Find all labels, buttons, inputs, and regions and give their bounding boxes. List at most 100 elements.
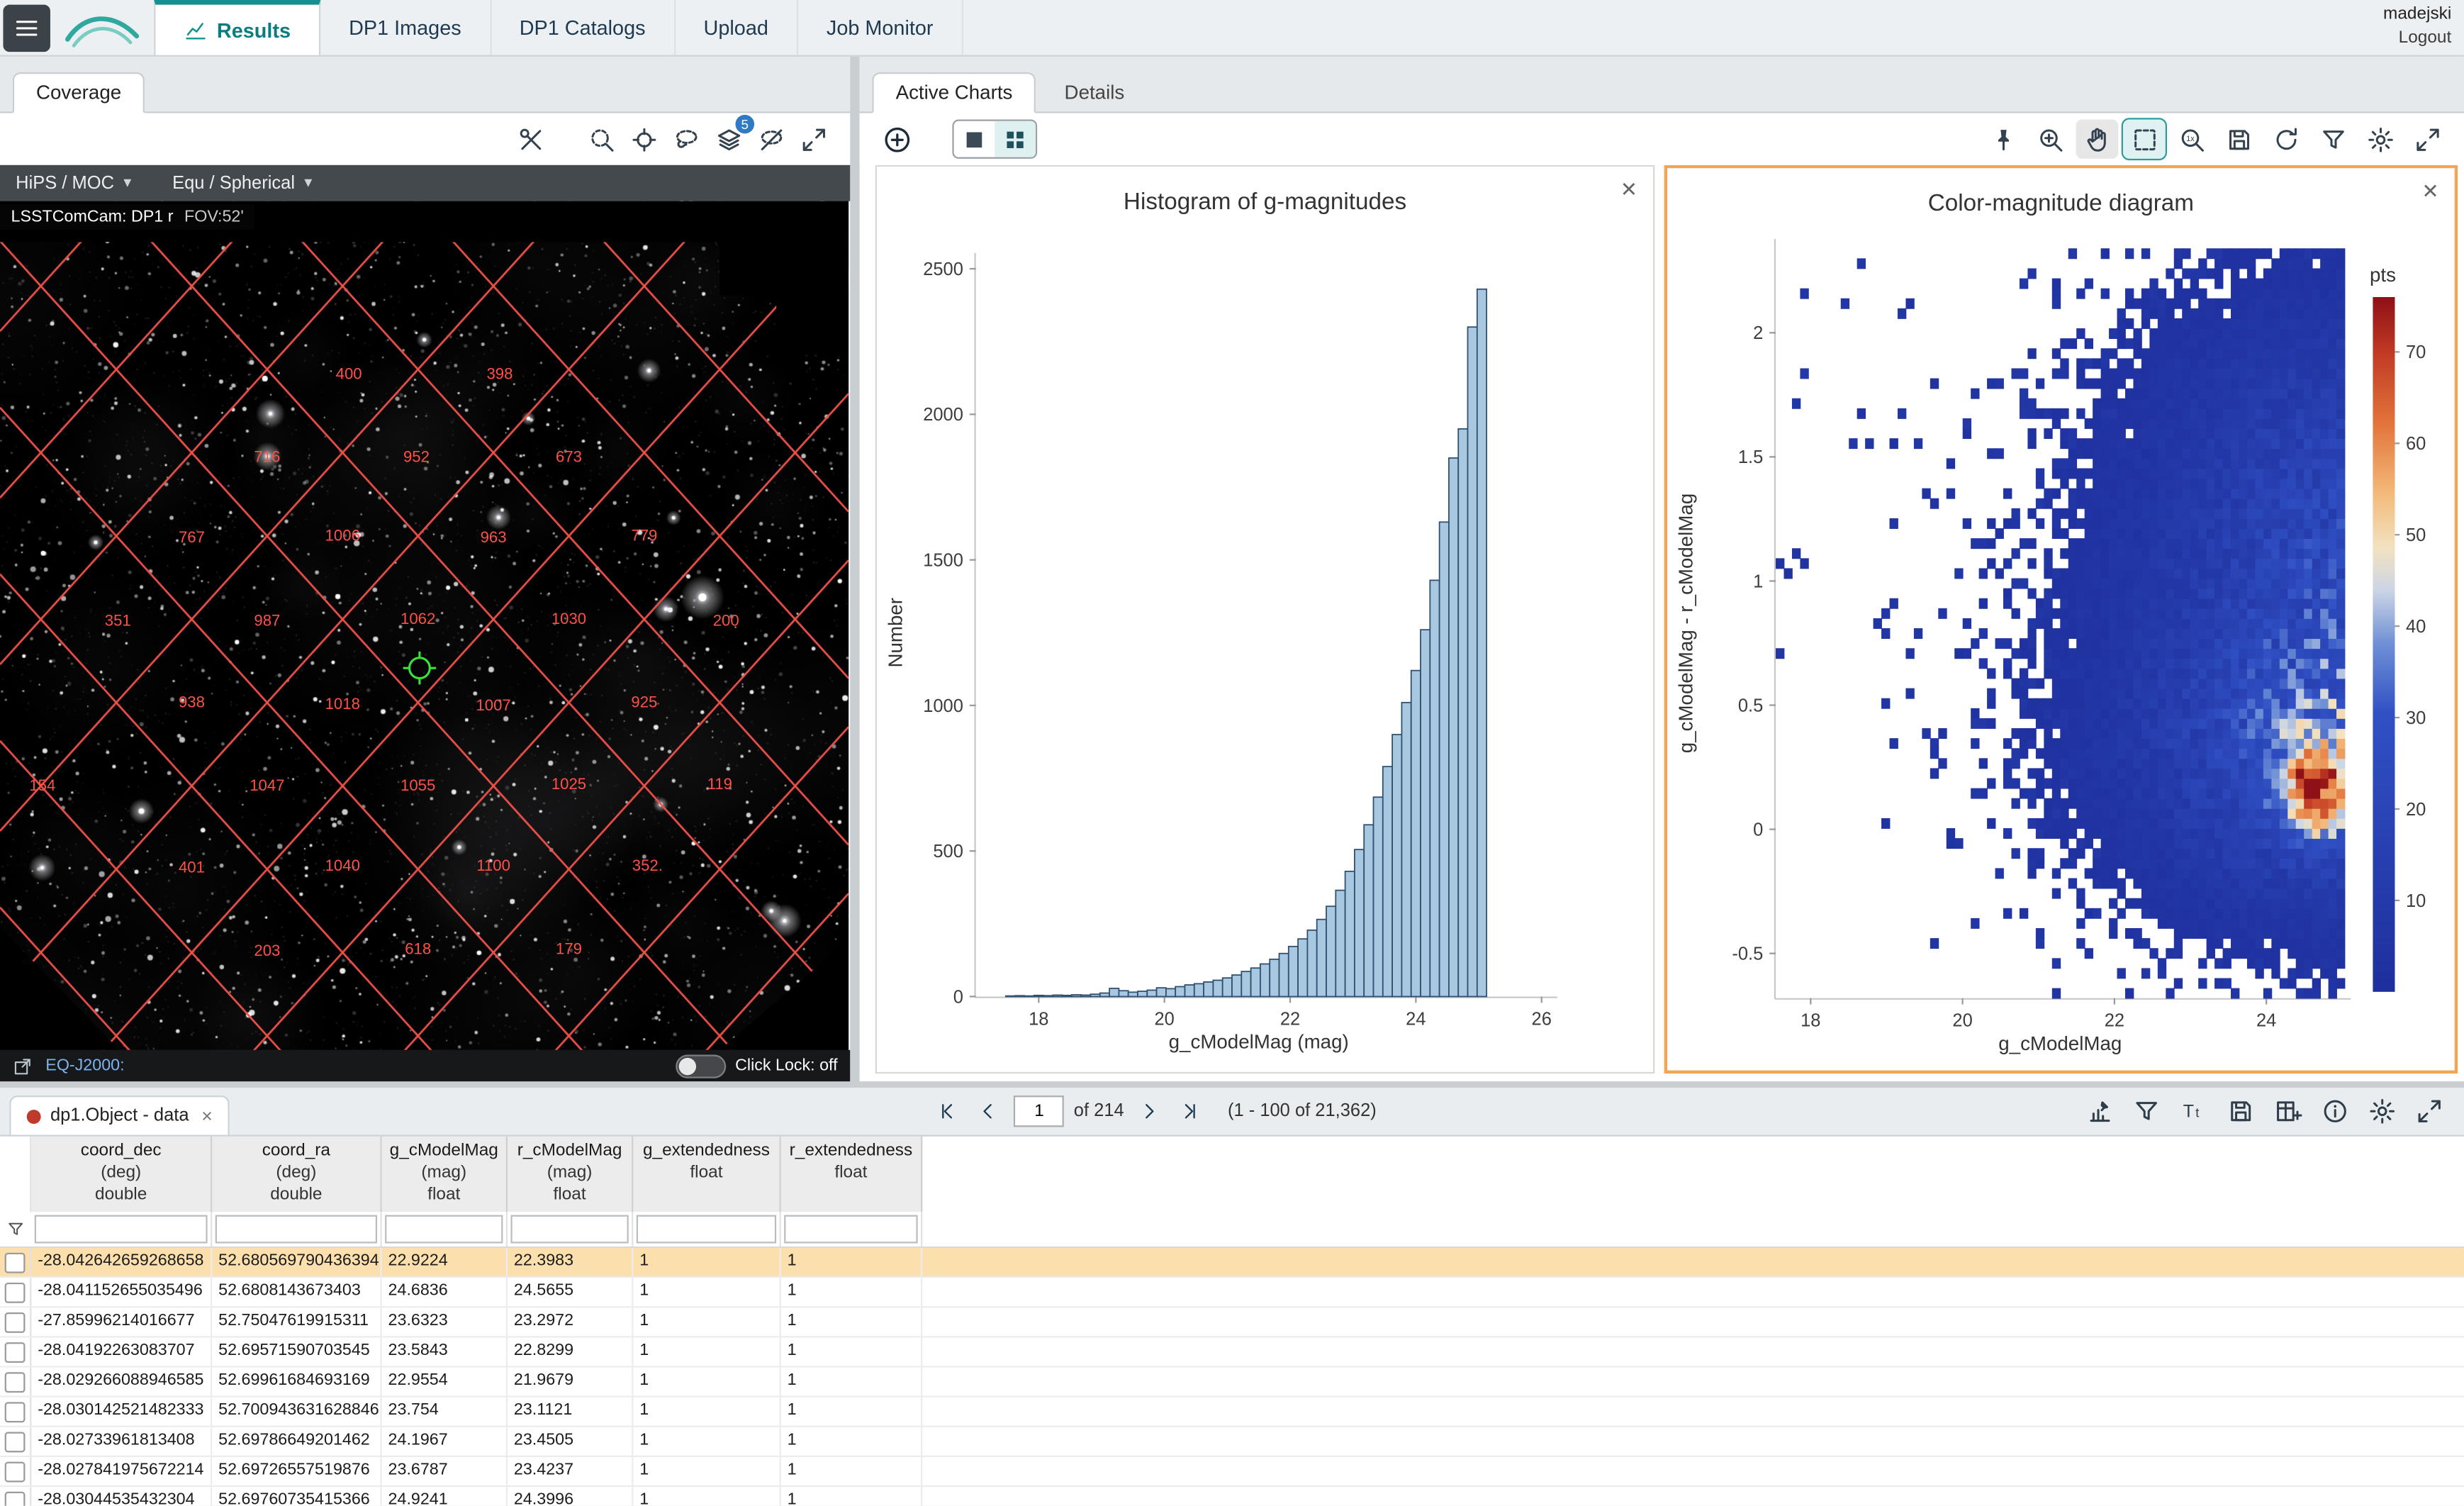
table-splitter[interactable] bbox=[0, 1081, 2464, 1088]
zoom-select-icon[interactable] bbox=[580, 119, 622, 158]
tab-job-monitor[interactable]: Job Monitor bbox=[798, 0, 963, 55]
first-page-icon[interactable] bbox=[932, 1095, 963, 1127]
cell: -28.042642659268658 bbox=[31, 1248, 212, 1276]
coord-system-dropdown[interactable]: Equ / Spherical ▾ bbox=[172, 174, 312, 193]
row-checkbox[interactable] bbox=[5, 1371, 26, 1392]
close-icon[interactable]: × bbox=[201, 1105, 213, 1127]
text-format-icon[interactable]: Tt bbox=[2173, 1092, 2216, 1131]
row-checkbox[interactable] bbox=[5, 1401, 26, 1422]
column-filter-input-coord_ra[interactable] bbox=[215, 1215, 377, 1244]
filter-cell bbox=[212, 1212, 381, 1246]
lasso-off-icon[interactable] bbox=[749, 119, 792, 158]
pin-chart-icon[interactable] bbox=[2079, 1092, 2122, 1131]
grid-view-icon[interactable] bbox=[995, 121, 1036, 157]
cell: 52.69786649201462 bbox=[212, 1427, 381, 1456]
tab-details[interactable]: Details bbox=[1043, 72, 1147, 113]
filter-icon[interactable] bbox=[2126, 1092, 2168, 1131]
column-filter-input-r_cModelMag[interactable] bbox=[510, 1215, 628, 1244]
pin-icon[interactable] bbox=[1981, 119, 2024, 158]
panel-splitter[interactable] bbox=[850, 57, 859, 1081]
tab-results[interactable]: Results bbox=[154, 0, 320, 55]
last-page-icon[interactable] bbox=[1175, 1095, 1206, 1127]
tools-icon[interactable] bbox=[509, 119, 551, 158]
cell: 1 bbox=[781, 1368, 923, 1396]
marquee-select-icon[interactable] bbox=[2123, 119, 2166, 158]
info-icon[interactable] bbox=[2314, 1092, 2357, 1131]
close-icon[interactable]: ✕ bbox=[2421, 179, 2438, 204]
filter-icon[interactable] bbox=[2312, 119, 2354, 158]
row-checkbox[interactable] bbox=[5, 1342, 26, 1362]
table-tab[interactable]: dp1.Object - data × bbox=[9, 1095, 230, 1134]
save-icon[interactable] bbox=[2220, 1092, 2263, 1131]
settings-icon[interactable] bbox=[2362, 1092, 2404, 1131]
external-link-icon[interactable] bbox=[13, 1056, 33, 1076]
row-checkbox[interactable] bbox=[5, 1491, 26, 1506]
tab-active-charts[interactable]: Active Charts bbox=[872, 72, 1036, 113]
table-row[interactable]: -27.8599621401667752.7504761991531123.63… bbox=[0, 1307, 2464, 1337]
column-name: r_extendedness bbox=[781, 1139, 921, 1161]
zoom-1x-icon[interactable]: 1x bbox=[2170, 119, 2212, 158]
add-chart-icon[interactable] bbox=[875, 119, 918, 158]
column-header-coord_ra[interactable]: coord_ra(deg)double bbox=[212, 1137, 381, 1212]
next-page-icon[interactable] bbox=[1133, 1095, 1165, 1127]
page-number-input[interactable] bbox=[1014, 1095, 1065, 1127]
hips-moc-label: HiPS / MOC bbox=[16, 174, 114, 193]
coverage-tabstrip: Coverage bbox=[0, 57, 850, 113]
save-icon[interactable] bbox=[2217, 119, 2260, 158]
table-row[interactable]: -28.03014252148233352.70094363162884623.… bbox=[0, 1398, 2464, 1427]
zoom-in-icon[interactable] bbox=[2029, 119, 2071, 158]
svg-text:1x: 1x bbox=[2185, 134, 2194, 143]
column-filter-input-coord_dec[interactable] bbox=[35, 1215, 208, 1244]
histogram-chart-card[interactable]: Histogram of g-magnitudes ✕ 182022242605… bbox=[875, 165, 1655, 1073]
column-header-r_cModelMag[interactable]: r_cModelMag(mag)float bbox=[508, 1137, 633, 1212]
table-row[interactable]: -28.04264265926865852.68056979043639422.… bbox=[0, 1248, 2464, 1278]
pan-icon[interactable] bbox=[2076, 119, 2118, 158]
prev-page-icon[interactable] bbox=[973, 1095, 1004, 1127]
add-column-icon[interactable] bbox=[2268, 1092, 2310, 1131]
column-header-coord_dec[interactable]: coord_dec(deg)double bbox=[31, 1137, 212, 1212]
table-row[interactable]: -28.0273396181340852.6978664920146224.19… bbox=[0, 1427, 2464, 1457]
tab-coverage[interactable]: Coverage bbox=[13, 72, 145, 113]
expand-icon[interactable] bbox=[2406, 119, 2448, 158]
column-filter-input-r_extendedness[interactable] bbox=[784, 1215, 917, 1244]
logout-button[interactable]: Logout bbox=[2383, 28, 2451, 48]
expand-icon[interactable] bbox=[2409, 1092, 2451, 1131]
hips-moc-dropdown[interactable]: HiPS / MOC ▾ bbox=[16, 174, 131, 193]
tab-dp1-images[interactable]: DP1 Images bbox=[320, 0, 491, 55]
table-row[interactable]: -28.02784197567221452.6972655751987623.6… bbox=[0, 1457, 2464, 1487]
row-checkbox[interactable] bbox=[5, 1252, 26, 1273]
column-filter-input-g_cModelMag[interactable] bbox=[385, 1215, 503, 1244]
sky-image[interactable]: 4003987169526737671006963779351987106210… bbox=[0, 201, 849, 1050]
single-view-icon[interactable] bbox=[954, 121, 995, 157]
row-checkbox[interactable] bbox=[5, 1312, 26, 1332]
layers-icon[interactable]: 5 bbox=[707, 119, 750, 158]
row-checkbox[interactable] bbox=[5, 1431, 26, 1451]
table-row[interactable]: -28.0304453543230452.6976073541536624.92… bbox=[0, 1487, 2464, 1506]
table-status-dot bbox=[27, 1109, 41, 1123]
column-type: float bbox=[382, 1183, 506, 1205]
filter-icon[interactable] bbox=[0, 1212, 31, 1246]
settings-icon[interactable] bbox=[2358, 119, 2401, 158]
expand-icon[interactable] bbox=[792, 119, 834, 158]
row-checkbox-cell bbox=[0, 1278, 31, 1306]
column-header-g_extendedness[interactable]: g_extendednessfloat bbox=[633, 1137, 780, 1212]
table-row[interactable]: -28.0419226308370752.6957159070354523.58… bbox=[0, 1338, 2464, 1368]
row-checkbox[interactable] bbox=[5, 1461, 26, 1482]
table-row[interactable]: -28.02926608894658552.6996168469316922.9… bbox=[0, 1368, 2464, 1398]
lasso-select-icon[interactable] bbox=[665, 119, 707, 158]
menu-button[interactable] bbox=[3, 5, 50, 52]
close-icon[interactable]: ✕ bbox=[1620, 178, 1637, 203]
refresh-icon[interactable] bbox=[2264, 119, 2307, 158]
cmd-chart-card[interactable]: Color-magnitude diagram ✕ 18202224-0.500… bbox=[1664, 165, 2458, 1073]
row-checkbox[interactable] bbox=[5, 1282, 26, 1303]
click-lock-toggle[interactable] bbox=[676, 1054, 726, 1077]
column-filter-input-g_extendedness[interactable] bbox=[637, 1215, 776, 1244]
tab-upload[interactable]: Upload bbox=[676, 0, 798, 55]
tab-dp1-catalogs[interactable]: DP1 Catalogs bbox=[491, 0, 676, 55]
select-all-cell bbox=[0, 1137, 31, 1212]
column-header-r_extendedness[interactable]: r_extendednessfloat bbox=[781, 1137, 923, 1212]
column-header-g_cModelMag[interactable]: g_cModelMag(mag)float bbox=[382, 1137, 508, 1212]
chart-line-icon bbox=[184, 18, 207, 41]
table-row[interactable]: -28.04115265503549652.680814367340324.68… bbox=[0, 1278, 2464, 1307]
center-target-icon[interactable] bbox=[622, 119, 665, 158]
